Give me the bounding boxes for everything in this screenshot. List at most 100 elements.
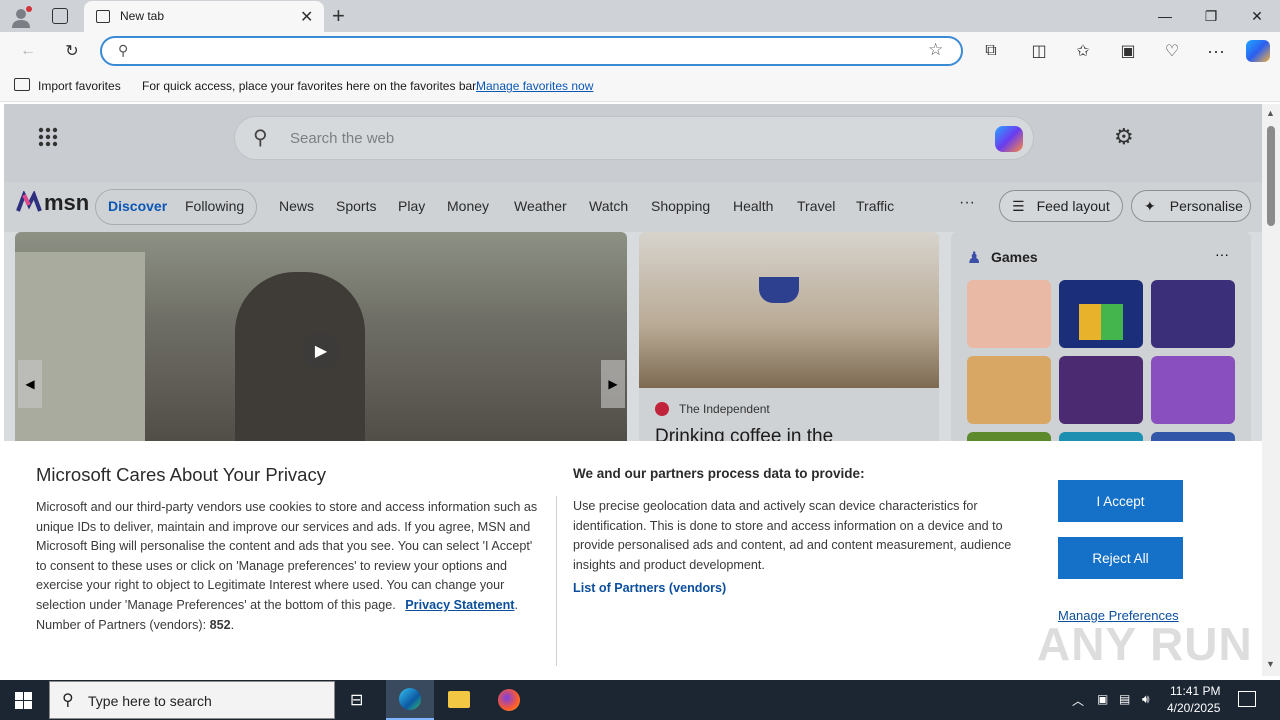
tab-new-tab[interactable]: New tab ✕ <box>84 1 324 32</box>
restore-button[interactable]: ❐ <box>1188 0 1234 32</box>
msn-logo[interactable]: msn <box>16 190 89 216</box>
scroll-thumb[interactable] <box>1267 126 1275 226</box>
privacy-body: Microsoft and our third-party vendors us… <box>36 500 538 632</box>
refresh-icon[interactable]: ↻ <box>58 37 86 65</box>
privacy-body-text: Microsoft and our third-party vendors us… <box>36 500 538 612</box>
carousel-prev-icon[interactable]: ◀ <box>18 360 42 408</box>
browser-essentials-icon[interactable]: ♡ <box>1158 37 1186 65</box>
windows-start-icon[interactable] <box>15 692 32 709</box>
game-tile-2[interactable] <box>1059 280 1143 348</box>
web-search-icon: ⚲ <box>253 127 268 149</box>
favorites-icon[interactable]: ✩ <box>1069 37 1097 65</box>
sliders-icon: ☰ <box>1012 197 1025 214</box>
favorite-star-icon[interactable]: ☆ <box>928 40 943 60</box>
profile-icon[interactable] <box>10 6 32 28</box>
nav-shopping[interactable]: Shopping <box>651 198 710 214</box>
games-more-icon[interactable]: ··· <box>1215 246 1229 262</box>
copilot-search-icon[interactable] <box>995 126 1023 152</box>
play-icon[interactable]: ▶ <box>302 332 340 370</box>
news-card[interactable]: The Independent Drinking coffee in the <box>639 232 939 452</box>
personalise-button[interactable]: ✦ Personalise <box>1131 190 1251 222</box>
carousel-next-icon[interactable]: ▶ <box>601 360 625 408</box>
nav-weather[interactable]: Weather <box>514 198 567 214</box>
import-favorites-icon[interactable] <box>14 78 30 91</box>
file-explorer-icon[interactable] <box>448 691 470 708</box>
nav-sports[interactable]: Sports <box>336 198 376 214</box>
tray-device-icon[interactable]: ▣ <box>1097 692 1108 706</box>
taskbar: ⚲ Type here to search ⊟ ︿ ▣ ▤ 🔊︎ 11:41 P… <box>0 680 1280 720</box>
address-input[interactable] <box>146 42 906 60</box>
game-tile-3[interactable] <box>1151 280 1235 348</box>
clock-time[interactable]: 11:41 PM <box>1170 684 1220 698</box>
nav-traffic[interactable]: Traffic <box>856 198 894 214</box>
hero-video-card[interactable]: ▶ ◀ ▶ <box>15 232 627 452</box>
nav-travel[interactable]: Travel <box>797 198 835 214</box>
msn-butterfly-icon <box>16 191 42 212</box>
news-card-cup <box>759 277 799 303</box>
close-window-button[interactable]: ✕ <box>1234 0 1280 32</box>
settings-gear-icon[interactable]: ⚙ <box>1114 124 1134 150</box>
tab-following[interactable]: Following <box>185 198 244 214</box>
scroll-down-icon[interactable]: ▼ <box>1266 659 1275 669</box>
personalise-icon: ✦ <box>1144 197 1156 214</box>
title-bar: New tab ✕ + — ❐ ✕ <box>0 0 1280 32</box>
volume-icon[interactable]: 🔊︎ <box>1142 692 1150 707</box>
web-search-box[interactable]: ⚲ Search the web <box>234 116 1034 160</box>
news-card-source: The Independent <box>679 402 770 416</box>
nav-watch[interactable]: Watch <box>589 198 628 214</box>
game-tile-4[interactable] <box>967 356 1051 424</box>
feed-layout-button[interactable]: ☰ Feed layout <box>999 190 1123 222</box>
manage-favorites-link[interactable]: Manage favorites now <box>476 79 593 93</box>
reject-all-button[interactable]: Reject All <box>1058 537 1183 579</box>
game-tile-5[interactable] <box>1059 356 1143 424</box>
scroll-up-icon[interactable]: ▲ <box>1266 108 1275 118</box>
apps-grid-icon[interactable] <box>38 127 58 147</box>
tab-actions-icon[interactable] <box>52 8 68 24</box>
task-view-icon[interactable]: ⊟ <box>350 690 363 710</box>
games-title: Games <box>991 249 1038 265</box>
web-search-placeholder: Search the web <box>290 130 395 147</box>
game-tile-6[interactable] <box>1151 356 1235 424</box>
edge-taskbar-icon[interactable] <box>386 680 434 720</box>
address-bar[interactable]: ⚲ ☆ <box>100 36 963 66</box>
minimize-button[interactable]: — <box>1142 0 1188 32</box>
extensions-icon[interactable]: ⧉ <box>977 37 1005 65</box>
tab-discover[interactable]: Discover <box>108 198 167 214</box>
copilot-icon[interactable] <box>1246 40 1270 62</box>
clock-date[interactable]: 4/20/2025 <box>1167 701 1220 715</box>
privacy-statement-link[interactable]: Privacy Statement <box>405 598 514 612</box>
tab-title: New tab <box>120 9 165 23</box>
privacy-consent-banner: Microsoft Cares About Your Privacy Micro… <box>4 441 1262 676</box>
block-puzzle-shape <box>1079 304 1123 340</box>
nav-money[interactable]: Money <box>447 198 489 214</box>
collections-icon[interactable]: ▣ <box>1114 37 1142 65</box>
nav-news[interactable]: News <box>279 198 314 214</box>
partners-count: 852 <box>209 617 231 632</box>
network-icon[interactable]: ▤ <box>1119 692 1130 706</box>
edge-logo-icon <box>399 688 421 710</box>
nav-play[interactable]: Play <box>398 198 425 214</box>
taskbar-search-box[interactable]: ⚲ Type here to search <box>49 681 335 719</box>
back-icon[interactable]: ← <box>14 37 42 65</box>
tray-overflow-icon[interactable]: ︿ <box>1072 692 1084 709</box>
notifications-icon[interactable] <box>1238 691 1256 707</box>
nav-more-icon[interactable]: ··· <box>959 194 975 212</box>
partners-list-link[interactable]: List of Partners (vendors) <box>573 581 726 595</box>
firefox-icon[interactable] <box>498 689 520 711</box>
game-tile-1[interactable] <box>967 280 1051 348</box>
privacy-purposes-body: Use precise geolocation data and activel… <box>573 499 1012 572</box>
personalise-label: Personalise <box>1169 198 1243 214</box>
favorites-bar: Import favorites For quick access, place… <box>0 70 1280 102</box>
split-screen-icon[interactable]: ◫ <box>1025 37 1053 65</box>
close-tab-icon[interactable]: ✕ <box>300 7 313 27</box>
nav-health[interactable]: Health <box>733 198 773 214</box>
privacy-purposes-title: We and our partners process data to prov… <box>573 466 865 481</box>
hero-person <box>235 272 365 452</box>
accept-button[interactable]: I Accept <box>1058 480 1183 522</box>
more-menu-icon[interactable]: ··· <box>1202 37 1230 65</box>
games-card: ♟ Games ··· <box>951 232 1251 452</box>
import-favorites-label[interactable]: Import favorites <box>38 79 121 93</box>
page-scrollbar[interactable]: ▲ ▼ <box>1262 104 1280 676</box>
new-tab-button[interactable]: + <box>332 3 345 29</box>
browser-toolbar: ← ↻ ⚲ ☆ ⧉ ◫ ✩ ▣ ♡ ··· <box>0 32 1280 70</box>
